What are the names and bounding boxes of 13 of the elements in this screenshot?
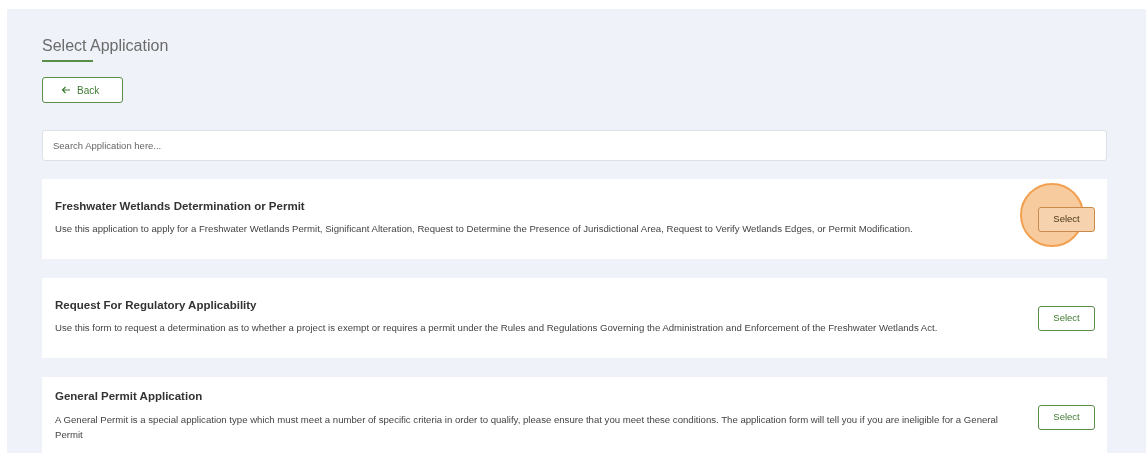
select-button[interactable]: Select bbox=[1038, 206, 1095, 232]
search-field[interactable]: Search Application here... bbox=[42, 130, 1107, 162]
left-arrow-icon bbox=[61, 86, 71, 95]
application-title: Freshwater Wetlands Determination or Permit bbox=[55, 199, 306, 214]
application-title: Request For Regulatory Applicability bbox=[55, 298, 258, 313]
application-description: A General Permit is a special application type which must meet a number of specific criteria in order to qualify, please ensure that you meet these conditions. The application form will tell you if you are ineligible for a General Permit bbox=[55, 412, 999, 443]
application-description: Use this form to request a determination as to whether a project is exempt or requires a permit under the Rules and Regulations Governing the Administration and Enforcement of the Freshwater Wetlands Act. bbox=[55, 321, 939, 336]
application-title: General Permit Application bbox=[55, 389, 204, 404]
page-title: Select Application bbox=[42, 36, 170, 56]
application-description: Use this application to apply for a Freshwater Wetlands Permit, Significant Alteration, Request to Determine the Presence of Jurisdictional Area, Request to Verify Wetlands Edges, or Permit Modification. bbox=[55, 222, 914, 237]
select-button[interactable]: Select bbox=[1038, 404, 1095, 430]
select-button[interactable]: Select bbox=[1038, 305, 1095, 331]
back-button[interactable]: Back bbox=[42, 77, 123, 104]
